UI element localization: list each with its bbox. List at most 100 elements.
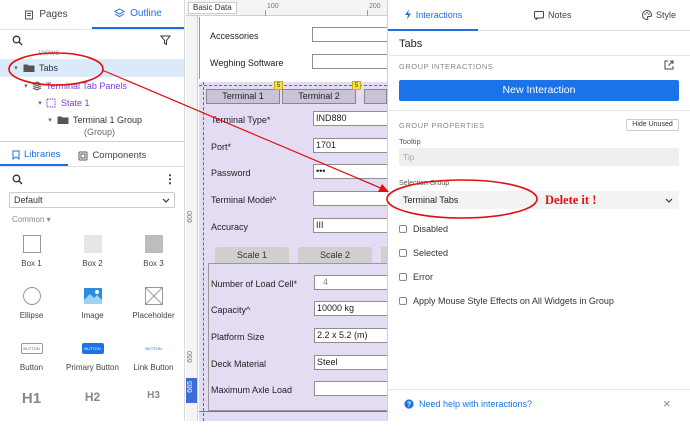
help-link[interactable]: ? Need help with interactions? xyxy=(404,399,532,409)
outline-row-terminal-tab-panels[interactable]: ▾ Terminal Tab Panels xyxy=(0,77,184,94)
filter-icon[interactable] xyxy=(160,35,172,46)
tab-notes[interactable]: Notes xyxy=(534,10,572,20)
scale-tab-1[interactable]: Scale 1 xyxy=(215,247,289,263)
tab-pages[interactable]: Pages xyxy=(0,0,92,29)
ruler-tick xyxy=(265,10,266,16)
collapse-caret-icon[interactable]: ▾ xyxy=(12,64,20,72)
password-field[interactable]: ••• xyxy=(313,164,387,179)
accessories-field[interactable] xyxy=(312,27,387,42)
outline-row-state-1[interactable]: ▾ State 1 xyxy=(0,94,184,111)
terminal-model-label: Terminal Model^ xyxy=(211,195,277,205)
new-interaction-button[interactable]: New Interaction xyxy=(399,80,679,101)
scale-tab-2[interactable]: Scale 2 xyxy=(298,247,372,263)
error-checkbox[interactable] xyxy=(399,273,407,281)
widget-link-button[interactable]: BUTTON Link Button xyxy=(123,332,184,384)
widget-ellipse[interactable]: Ellipse xyxy=(1,280,62,332)
capacity-field[interactable]: 10000 kg xyxy=(314,301,387,316)
tooltip-input[interactable]: Tip xyxy=(399,148,679,166)
widget-h3[interactable]: H3 xyxy=(123,384,184,436)
tab-libraries[interactable]: Libraries xyxy=(0,145,69,166)
widget-h2[interactable]: H2 xyxy=(62,384,123,436)
collapse-caret-icon[interactable]: ▾ xyxy=(36,99,44,107)
terminal-tab-1[interactable]: Terminal 1 xyxy=(206,89,280,104)
deck-material-field[interactable]: Steel xyxy=(314,355,387,370)
external-link-icon[interactable] xyxy=(664,60,674,70)
widget-box-2[interactable]: Box 2 xyxy=(62,228,123,280)
widget-primary-button[interactable]: BUTTON Primary Button xyxy=(62,332,123,384)
selection-guide xyxy=(203,82,204,421)
field-value: IND880 xyxy=(316,113,347,123)
ruler-mark: 650 xyxy=(187,351,194,363)
ruler-mark: 100 xyxy=(267,3,279,10)
more-options-icon[interactable]: ⋮ xyxy=(164,172,176,186)
folder-icon xyxy=(23,64,35,72)
badge-text: 5 xyxy=(354,83,359,89)
max-axle-load-label: Maximum Axle Load xyxy=(211,385,293,395)
design-canvas[interactable]: Basic Data 100 200 600 650 665 Accessori… xyxy=(186,0,387,421)
page-tab-label: Basic Data xyxy=(193,3,232,12)
widget-box-1[interactable]: Box 1 xyxy=(1,228,62,280)
collapse-caret-icon[interactable]: ▾ xyxy=(46,116,54,124)
collapse-caret-icon[interactable]: ▾ xyxy=(22,82,30,90)
outline-row-tabs[interactable]: ▾ Tabs xyxy=(0,59,184,77)
widget-label: Button xyxy=(19,363,44,372)
terminal-tab-2[interactable]: Terminal 2 xyxy=(282,89,356,104)
weighing-software-field[interactable] xyxy=(312,54,387,69)
search-icon[interactable] xyxy=(12,35,23,46)
tab-style[interactable]: Style xyxy=(642,10,676,20)
button-icon: BUTTON xyxy=(20,338,43,358)
new-interaction-label: New Interaction xyxy=(502,84,576,96)
page-tab[interactable]: Basic Data xyxy=(188,2,237,14)
terminal-model-field[interactable] xyxy=(313,191,387,206)
mouse-style-checkbox-row[interactable]: Apply Mouse Style Effects on All Widgets… xyxy=(399,294,614,308)
image-icon xyxy=(83,286,103,306)
library-search-icon[interactable] xyxy=(12,174,23,185)
widget-placeholder[interactable]: Placeholder xyxy=(123,280,184,332)
ruler-marker-label: 665 xyxy=(187,381,194,393)
chevron-down-icon xyxy=(665,198,673,203)
selection-group-value: Terminal Tabs xyxy=(403,195,459,205)
outline-row-terminal-1-group[interactable]: ▾ Terminal 1 Group xyxy=(0,111,184,128)
outline-row-group[interactable]: (Group) xyxy=(0,128,184,137)
tab-style-label: Style xyxy=(656,10,677,20)
selection-group-label: Selection Group xyxy=(399,180,450,187)
terminal-tab-3[interactable] xyxy=(364,89,387,104)
chevron-down-icon xyxy=(162,198,170,203)
terminal-type-label: Terminal Type* xyxy=(211,115,271,125)
library-select[interactable]: Default xyxy=(9,192,175,208)
tab-outline[interactable]: Outline xyxy=(92,0,184,29)
widget-label: Box 1 xyxy=(21,259,42,268)
disabled-checkbox-row[interactable]: Disabled xyxy=(399,222,614,236)
platform-size-field[interactable]: 2.2 x 5.2 (m) xyxy=(314,328,387,343)
platform-size-label: Platform Size xyxy=(211,332,265,342)
close-help-icon[interactable]: × xyxy=(663,396,671,411)
selected-checkbox[interactable] xyxy=(399,249,407,257)
widget-label: Ellipse xyxy=(19,311,44,320)
library-section-label: Common ▾ xyxy=(12,215,51,224)
hide-unused-button[interactable]: Hide Unused xyxy=(626,119,679,131)
terminal-tab-label: Terminal 1 xyxy=(222,91,264,101)
load-cell-field[interactable]: 4 xyxy=(314,275,387,290)
panel-divider xyxy=(0,141,184,142)
disabled-checkbox[interactable] xyxy=(399,225,407,233)
mouse-style-checkbox[interactable] xyxy=(399,297,407,305)
tab-interactions[interactable]: Interactions xyxy=(388,0,478,31)
widget-box-3[interactable]: Box 3 xyxy=(123,228,184,280)
tab-components[interactable]: Components xyxy=(68,145,156,166)
widget-h1[interactable]: H1 xyxy=(1,384,62,436)
error-checkbox-row[interactable]: Error xyxy=(399,270,614,284)
selection-group-select[interactable]: Terminal Tabs xyxy=(399,191,679,209)
state-icon xyxy=(46,98,56,107)
outline-row-label: Terminal 1 Group xyxy=(73,114,143,125)
terminal-type-field[interactable]: IND880 xyxy=(313,111,387,126)
group-interactions-label: GROUP INTERACTIONS xyxy=(399,62,494,71)
widget-button[interactable]: BUTTON Button xyxy=(1,332,62,384)
port-field[interactable]: 1701 xyxy=(313,138,387,153)
max-axle-load-field[interactable] xyxy=(314,381,387,396)
form-upper-area: Accessories Weghing Software xyxy=(199,17,387,79)
selected-checkbox-row[interactable]: Selected xyxy=(399,246,614,260)
accuracy-field[interactable]: III xyxy=(313,218,387,233)
widget-image[interactable]: Image xyxy=(62,280,123,332)
left-top-tabs: Pages Outline xyxy=(0,0,184,30)
ruler-tick xyxy=(367,10,368,16)
